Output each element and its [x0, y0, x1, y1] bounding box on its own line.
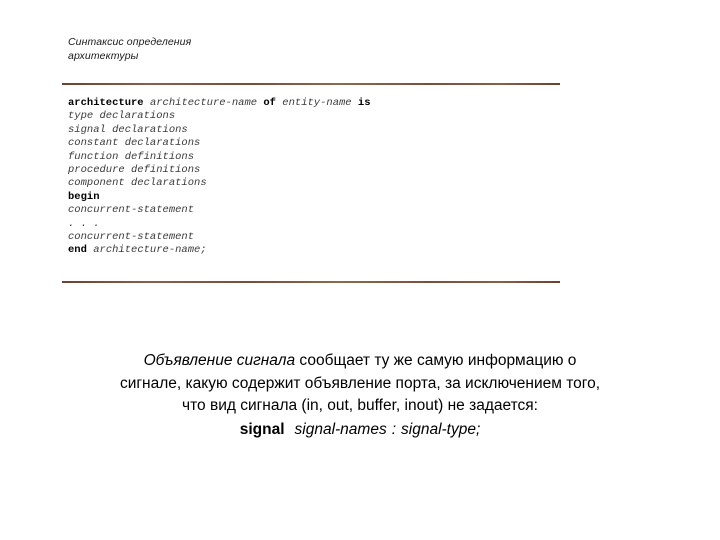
code-token-placeholder: entity-name [282, 97, 352, 109]
code-line: architecture architecture-name of entity… [68, 97, 371, 110]
code-token-keyword: architecture [68, 97, 144, 109]
divider-bottom [62, 281, 560, 283]
code-line: begin [68, 191, 371, 204]
slide-title: Синтаксис определения архитектуры [68, 36, 388, 63]
divider-top [62, 83, 560, 85]
code-line: constant declarations [68, 137, 371, 150]
vhdl-architecture-code-block: architecture architecture-name of entity… [68, 97, 371, 258]
slide-title-line-2: архитектуры [68, 49, 139, 62]
body-line-1-emphasis: Объявление сигнала [143, 352, 296, 369]
body-line-3: что вид сигнала (in, out, buffer, inout)… [182, 397, 538, 414]
code-line: concurrent-statement [68, 231, 371, 244]
code-line: signal declarations [68, 124, 371, 137]
code-token-keyword: begin [68, 190, 100, 203]
body-line-1: Объявление сигнала сообщает ту же самую … [58, 350, 662, 373]
body-line-2: сигнале, какую содержит объявление порта… [119, 374, 601, 392]
signal-colon: : [391, 420, 397, 438]
code-token-placeholder: component declarations [68, 177, 207, 190]
body-paragraph: Объявление сигнала сообщает ту же самую … [58, 350, 662, 441]
code-token-placeholder: . . . [68, 217, 100, 230]
slide-title-line-1: Синтаксис определения [68, 36, 192, 48]
code-token-placeholder: architecture-name; [93, 244, 207, 257]
code-token-keyword: end [68, 244, 87, 257]
code-token-placeholder: signal declarations [68, 123, 188, 136]
code-line: concurrent-statement [68, 204, 371, 217]
code-token-placeholder: architecture-name [149, 97, 258, 109]
code-line: component declarations [68, 177, 371, 190]
code-token-placeholder: concurrent-statement [68, 231, 195, 244]
signal-type-placeholder: signal-type; [401, 420, 481, 438]
code-line: end architecture-name; [68, 244, 371, 257]
code-line: . . . [68, 218, 371, 231]
signal-declaration-syntax: signal signal-names: signal-type; [58, 419, 662, 442]
code-token-keyword: of [263, 97, 276, 109]
code-line: procedure definitions [68, 164, 371, 177]
signal-names-placeholder: signal-names [294, 420, 387, 438]
body-line-1-rest: сообщает ту же самую информацию о [295, 352, 577, 369]
signal-keyword: signal [239, 420, 285, 438]
code-token-placeholder: procedure definitions [68, 164, 201, 177]
code-token-placeholder: function definitions [68, 150, 195, 163]
code-token-placeholder: constant declarations [68, 137, 201, 150]
code-line: type declarations [68, 110, 371, 123]
code-token-placeholder: concurrent-statement [68, 204, 195, 217]
code-token-placeholder: type declarations [68, 110, 176, 123]
code-token-keyword: is [357, 97, 371, 109]
code-line: function definitions [68, 151, 371, 164]
slide-canvas: Синтаксис определения архитектуры archit… [0, 0, 720, 540]
